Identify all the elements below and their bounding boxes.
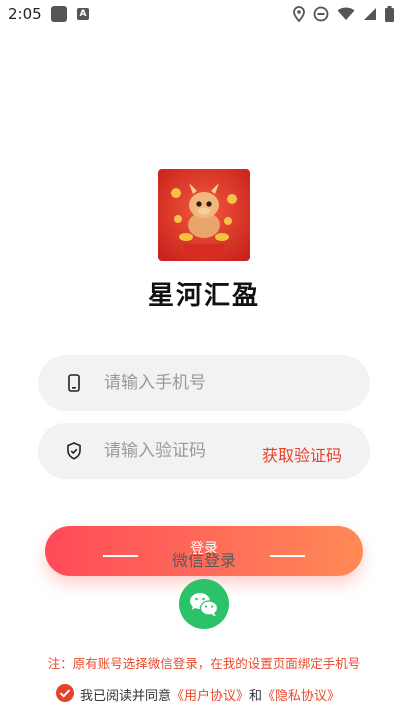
battery-icon (385, 6, 394, 22)
square-app-icon (51, 6, 67, 22)
dragon-logo-icon (158, 169, 250, 261)
wechat-login-divider: 微信登录 (0, 545, 408, 570)
wifi-icon (337, 7, 355, 20)
app-name: 星河汇盈 (147, 281, 260, 311)
phone-icon (68, 374, 80, 392)
agreement-checkbox[interactable] (56, 684, 74, 702)
a-app-icon: A (77, 8, 89, 20)
check-icon (59, 689, 71, 698)
agreement-prefix: 我已阅读并同意 (80, 689, 172, 704)
agreement-text: 我已阅读并同意《用户协议》和《隐私协议》 (80, 685, 340, 704)
get-code-button[interactable]: 获取验证码 (262, 442, 342, 466)
phone-field[interactable] (38, 355, 370, 411)
privacy-agreement-link[interactable]: 《隐私协议》 (262, 689, 340, 704)
code-field[interactable]: 获取验证码 (38, 423, 370, 479)
code-input[interactable] (104, 439, 254, 463)
dnd-icon (313, 6, 329, 22)
app-logo (158, 169, 250, 261)
system-icons (293, 5, 394, 23)
wechat-login-button[interactable] (179, 579, 229, 629)
location-icon (293, 6, 305, 22)
status-time: 2:05 (8, 5, 42, 23)
divider-line-right (270, 555, 305, 557)
signal-icon (364, 8, 376, 20)
phone-input[interactable] (104, 371, 344, 395)
user-agreement-link[interactable]: 《用户协议》 (171, 689, 249, 704)
shield-icon (67, 442, 81, 460)
status-bar: 2:05 A (0, 0, 408, 28)
wechat-icon (190, 593, 219, 617)
wechat-login-label: 微信登录 (171, 551, 236, 570)
agreement-and: 和 (249, 689, 263, 704)
binding-notice: 注：原有账号选择微信登录，在我的设置页面绑定手机号 (47, 656, 361, 671)
